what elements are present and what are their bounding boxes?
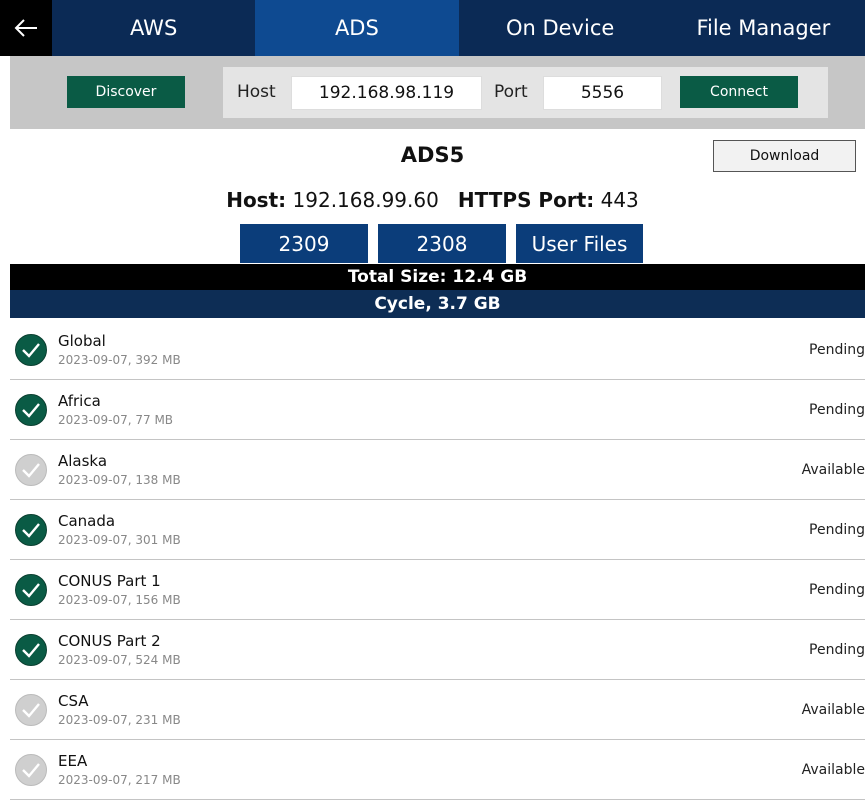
cycle-button-2308[interactable]: 2308 xyxy=(378,224,506,263)
check-circle-icon[interactable] xyxy=(15,574,47,606)
device-host-line: Host: 192.168.99.60 HTTPS Port: 443 xyxy=(0,188,865,212)
item-status: Pending xyxy=(809,402,865,418)
item-details: 2023-09-07, 217 MB xyxy=(58,773,181,787)
tab-ads[interactable]: ADS xyxy=(255,0,459,56)
device-host-label: Host: xyxy=(226,188,287,212)
item-name: EEA xyxy=(58,752,88,770)
tab-on-device[interactable]: On Device xyxy=(459,0,662,56)
back-button[interactable] xyxy=(0,0,52,56)
item-details: 2023-09-07, 77 MB xyxy=(58,413,174,427)
port-label: Port xyxy=(494,82,528,102)
download-button[interactable]: Download xyxy=(713,140,856,172)
check-circle-icon[interactable] xyxy=(15,754,47,786)
host-input[interactable]: 192.168.98.119 xyxy=(291,76,482,110)
back-arrow-icon xyxy=(14,19,37,37)
item-name: Alaska xyxy=(58,452,108,470)
item-details: 2023-09-07, 156 MB xyxy=(58,593,181,607)
item-status: Pending xyxy=(809,642,865,658)
tab-label: File Manager xyxy=(696,16,831,40)
list-item[interactable]: Alaska 2023-09-07, 138 MB Available xyxy=(10,440,865,500)
region-list: Global 2023-09-07, 392 MB Pending Africa… xyxy=(10,320,865,800)
list-item[interactable]: CONUS Part 1 2023-09-07, 156 MB Pending xyxy=(10,560,865,620)
connection-panel: Host 192.168.98.119 Port 5556 Connect xyxy=(223,67,828,118)
item-name: CONUS Part 2 xyxy=(58,632,161,650)
tab-label: ADS xyxy=(334,16,379,40)
item-status: Pending xyxy=(809,522,865,538)
check-circle-icon[interactable] xyxy=(15,394,47,426)
check-circle-icon[interactable] xyxy=(15,454,47,486)
list-item[interactable]: Global 2023-09-07, 392 MB Pending xyxy=(10,320,865,380)
host-label: Host xyxy=(237,82,276,102)
item-status: Available xyxy=(801,462,865,478)
item-status: Available xyxy=(801,762,865,778)
https-port-value: 443 xyxy=(600,188,639,212)
discover-button[interactable]: Discover xyxy=(67,76,185,108)
https-port-label: HTTPS Port: xyxy=(457,188,595,212)
item-name: CONUS Part 1 xyxy=(58,572,161,590)
total-size-bar: Total Size: 12.4 GB xyxy=(10,264,865,290)
item-details: 2023-09-07, 524 MB xyxy=(58,653,181,667)
port-input[interactable]: 5556 xyxy=(543,76,662,110)
item-details: 2023-09-07, 392 MB xyxy=(58,353,181,367)
check-circle-icon[interactable] xyxy=(15,514,47,546)
item-name: Canada xyxy=(58,512,116,530)
device-host-value: 192.168.99.60 xyxy=(292,188,439,212)
list-item[interactable]: CSA 2023-09-07, 231 MB Available xyxy=(10,680,865,740)
list-item[interactable]: EEA 2023-09-07, 217 MB Available xyxy=(10,740,865,800)
list-item[interactable]: Canada 2023-09-07, 301 MB Pending xyxy=(10,500,865,560)
connection-bar: Discover Host 192.168.98.119 Port 5556 C… xyxy=(10,56,865,129)
check-circle-icon[interactable] xyxy=(15,694,47,726)
tab-label: AWS xyxy=(129,16,178,40)
tab-file-manager[interactable]: File Manager xyxy=(662,0,865,56)
cycle-header: Cycle, 3.7 GB xyxy=(10,290,865,318)
item-name: Africa xyxy=(58,392,101,410)
check-circle-icon[interactable] xyxy=(15,334,47,366)
tab-aws[interactable]: AWS xyxy=(52,0,255,56)
check-circle-icon[interactable] xyxy=(15,634,47,666)
list-item[interactable]: Africa 2023-09-07, 77 MB Pending xyxy=(10,380,865,440)
item-details: 2023-09-07, 301 MB xyxy=(58,533,181,547)
list-item[interactable]: CONUS Part 2 2023-09-07, 524 MB Pending xyxy=(10,620,865,680)
item-name: Global xyxy=(58,332,106,350)
item-name: CSA xyxy=(58,692,89,710)
user-files-button[interactable]: User Files xyxy=(516,224,643,263)
item-details: 2023-09-07, 231 MB xyxy=(58,713,181,727)
item-status: Pending xyxy=(809,342,865,358)
item-status: Pending xyxy=(809,582,865,598)
item-status: Available xyxy=(801,702,865,718)
connect-button[interactable]: Connect xyxy=(680,76,798,108)
top-tab-bar: AWS ADS On Device File Manager xyxy=(0,0,865,56)
tab-label: On Device xyxy=(505,16,615,40)
item-details: 2023-09-07, 138 MB xyxy=(58,473,181,487)
cycle-button-2309[interactable]: 2309 xyxy=(240,224,368,263)
